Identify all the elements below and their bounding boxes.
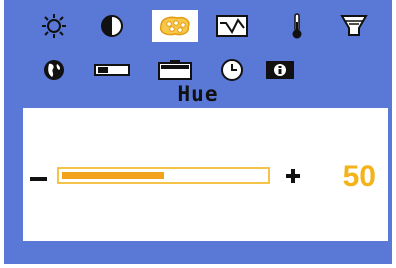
page-title: Hue: [177, 82, 219, 106]
osd-menu: Hue 50: [4, 0, 392, 264]
increase-button[interactable]: [286, 169, 300, 183]
hue-adjust-panel: 50: [23, 108, 388, 241]
brightness-icon[interactable]: [31, 10, 77, 42]
hue-slider[interactable]: [57, 167, 270, 184]
thermometer-icon[interactable]: [274, 10, 320, 42]
waveform-icon[interactable]: [209, 10, 255, 42]
funnel-icon[interactable]: [331, 10, 377, 42]
hue-icon[interactable]: [152, 10, 198, 42]
decrease-button[interactable]: [30, 177, 47, 181]
hue-slider-fill: [62, 172, 164, 179]
contrast-icon[interactable]: [89, 10, 135, 42]
hue-value: 50: [342, 160, 376, 193]
